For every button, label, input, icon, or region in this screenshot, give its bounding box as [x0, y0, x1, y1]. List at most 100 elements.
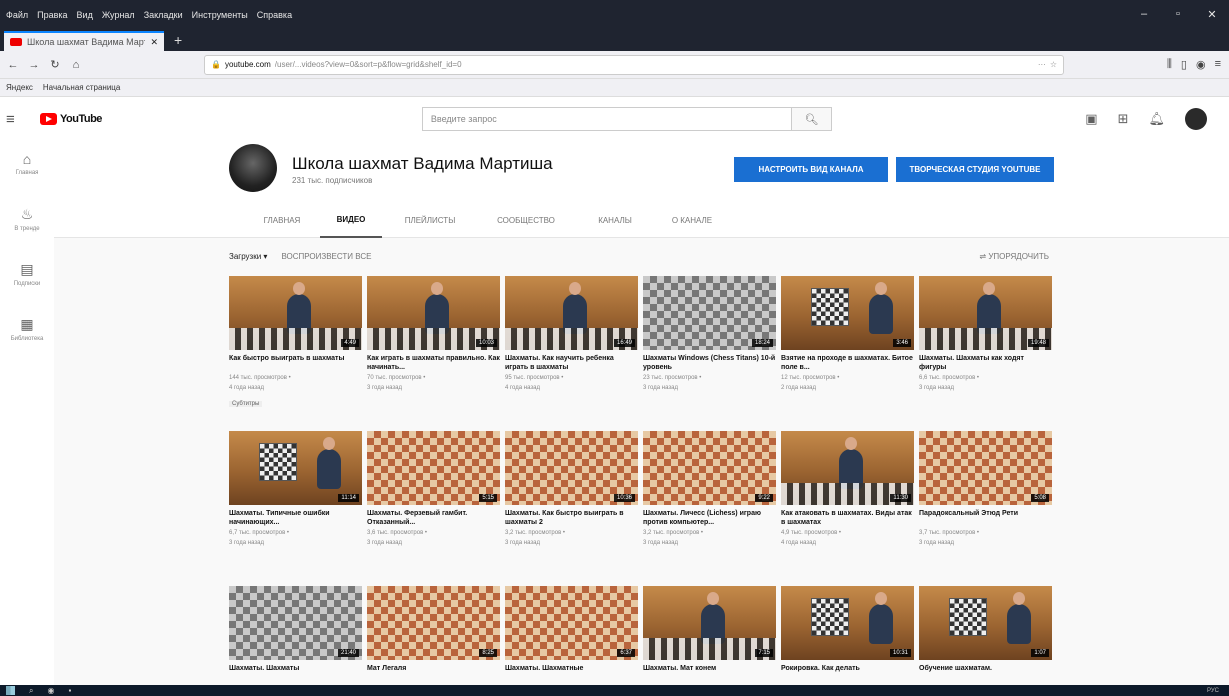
video-title[interactable]: Как быстро выиграть в шахматы — [229, 354, 362, 372]
video-title[interactable]: Как атаковать в шахматах. Виды атак в ша… — [781, 509, 914, 527]
guide-item-library[interactable]: ▦ Библиотека — [0, 306, 54, 361]
video-title[interactable]: Шахматы. Личесс (Lichess) играю против к… — [643, 509, 776, 527]
video-card[interactable]: 9:22 Шахматы. Личесс (Lichess) играю прот… — [643, 431, 776, 547]
video-thumbnail[interactable]: 10:31 — [781, 586, 914, 660]
bookmark-yandex[interactable]: Яндекс — [6, 83, 33, 92]
video-card[interactable]: 11:30 Как атаковать в шахматах. Виды атак… — [781, 431, 914, 547]
tab-channels[interactable]: КАНАЛЫ — [574, 203, 656, 238]
video-card[interactable]: 16:49 Шахматы. Как научить ребенка играть… — [505, 276, 638, 392]
video-card[interactable]: 8:25 Мат Легаля — [367, 586, 500, 684]
notifications-bell-icon[interactable]: 🔔︎ — [1148, 111, 1165, 127]
video-thumbnail[interactable]: 4:49 — [229, 276, 362, 350]
video-title[interactable]: Шахматы. Мат конем — [643, 664, 776, 682]
menu-item-edit[interactable]: Правка — [37, 10, 67, 20]
home-browser-icon[interactable]: ⌂ — [68, 59, 84, 71]
video-thumbnail[interactable]: 11:30 — [781, 431, 914, 505]
channel-avatar[interactable] — [229, 144, 277, 192]
library-browser-icon[interactable]: ⫼ — [1167, 58, 1172, 71]
video-card[interactable]: 7:15 Шахматы. Мат конем — [643, 586, 776, 684]
video-card[interactable]: 11:14 Шахматы. Типичные ошибки начинающих… — [229, 431, 362, 547]
guide-item-home[interactable]: ⌂ Главная — [0, 141, 54, 196]
video-card[interactable]: 3:46 Взятие на проходе в шахматах. Битое … — [781, 276, 914, 392]
close-icon[interactable]: ✕ — [1195, 8, 1229, 21]
search-button[interactable]: 🔍︎ — [791, 107, 832, 131]
video-title[interactable]: Шахматы. Шахматные — [505, 664, 638, 682]
video-card[interactable]: 5:08 Парадоксальный Этюд Рети 3,7 тыс. про… — [919, 431, 1052, 547]
video-card[interactable]: 21:40 Шахматы. Шахматы — [229, 586, 362, 684]
extension-icon[interactable]: ◉ — [1196, 58, 1206, 71]
guide-item-trending[interactable]: ♨ В тренде — [0, 196, 54, 251]
video-thumbnail[interactable]: 5:15 — [367, 431, 500, 505]
video-title[interactable]: Шахматы. Типичные ошибки начинающих... — [229, 509, 362, 527]
video-title[interactable]: Шахматы. Ферзевый гамбит. Отказанный... — [367, 509, 500, 527]
video-thumbnail[interactable]: 7:15 — [643, 586, 776, 660]
menu-item-view[interactable]: Вид — [77, 10, 93, 20]
account-avatar[interactable] — [1185, 108, 1207, 130]
tab-home[interactable]: ГЛАВНАЯ — [244, 203, 320, 238]
bookmark-start-page[interactable]: Начальная страница — [43, 83, 120, 92]
menu-item-tools[interactable]: Инструменты — [192, 10, 248, 20]
tab-playlists[interactable]: ПЛЕЙЛИСТЫ — [382, 203, 478, 238]
menu-item-help[interactable]: Справка — [257, 10, 292, 20]
studio-button[interactable]: ТВОРЧЕСКАЯ СТУДИЯ YOUTUBE — [896, 157, 1054, 182]
menu-item-bookmarks[interactable]: Закладки — [144, 10, 183, 20]
sidebar-icon[interactable]: ▯ — [1181, 58, 1187, 71]
customize-channel-button[interactable]: НАСТРОИТЬ ВИД КАНАЛА — [734, 157, 888, 182]
create-video-icon[interactable]: ▣ — [1085, 111, 1097, 127]
maximize-icon[interactable]: ▫ — [1161, 8, 1195, 21]
video-thumbnail[interactable]: 19:48 — [919, 276, 1052, 350]
video-thumbnail[interactable]: 5:08 — [919, 431, 1052, 505]
video-title[interactable]: Парадоксальный Этюд Рети — [919, 509, 1052, 527]
forward-icon[interactable]: → — [26, 59, 42, 71]
tab-about[interactable]: О КАНАЛЕ — [656, 203, 728, 238]
video-card[interactable]: 1:07 Обучение шахматам. — [919, 586, 1052, 684]
windows-start-icon[interactable] — [6, 686, 15, 695]
video-thumbnail[interactable]: 3:46 — [781, 276, 914, 350]
hamburger-menu-icon[interactable]: ≡ — [6, 111, 20, 128]
back-icon[interactable]: ← — [5, 59, 21, 71]
tab-community[interactable]: СООБЩЕСТВО — [478, 203, 574, 238]
video-title[interactable]: Шахматы. Как быстро выиграть в шахматы 2 — [505, 509, 638, 527]
video-thumbnail[interactable]: 10:03 — [367, 276, 500, 350]
video-card[interactable]: 18:24 Шахматы Windows (Chess Titans) 10-й… — [643, 276, 776, 392]
video-card[interactable]: 4:49 Как быстро выиграть в шахматы 144 тыс… — [229, 276, 362, 410]
video-thumbnail[interactable]: 18:24 — [643, 276, 776, 350]
taskbar-app-icon[interactable]: ▪ — [68, 686, 71, 695]
video-title[interactable]: Рокировка. Как делать — [781, 664, 914, 682]
tab-videos[interactable]: ВИДЕО — [320, 203, 382, 238]
video-card[interactable]: 10:36 Шахматы. Как быстро выиграть в шахм… — [505, 431, 638, 547]
video-title[interactable]: Шахматы. Как научить ребенка играть в ша… — [505, 354, 638, 372]
menu-item-history[interactable]: Журнал — [102, 10, 135, 20]
menu-icon[interactable]: ≡ — [1215, 58, 1221, 71]
guide-item-subscriptions[interactable]: ▤ Подписки — [0, 251, 54, 306]
video-title[interactable]: Как играть в шахматы правильно. Как начи… — [367, 354, 500, 372]
video-title[interactable]: Мат Легаля — [367, 664, 500, 682]
video-thumbnail[interactable]: 6:37 — [505, 586, 638, 660]
sort-button[interactable]: ⇌ УПОРЯДОЧИТЬ — [979, 252, 1049, 261]
address-bar[interactable]: 🔒 youtube.com /user/...videos?view=0&sor… — [204, 54, 1064, 75]
minimize-icon[interactable]: – — [1127, 8, 1161, 21]
browser-tab-active[interactable]: Школа шахмат Вадима Март ✕ — [4, 31, 164, 51]
apps-grid-icon[interactable]: ⊞ — [1118, 111, 1129, 127]
reload-icon[interactable]: ↻ — [47, 58, 63, 71]
video-thumbnail[interactable]: 21:40 — [229, 586, 362, 660]
video-title[interactable]: Шахматы Windows (Chess Titans) 10-й уров… — [643, 354, 776, 372]
video-thumbnail[interactable]: 16:49 — [505, 276, 638, 350]
video-card[interactable]: 5:15 Шахматы. Ферзевый гамбит. Отказанный… — [367, 431, 500, 547]
menu-item-file[interactable]: Файл — [6, 10, 28, 20]
video-card[interactable]: 6:37 Шахматы. Шахматные — [505, 586, 638, 684]
tab-close-icon[interactable]: ✕ — [150, 37, 158, 48]
video-card[interactable]: 19:48 Шахматы. Шахматы как ходят фигуры 6,… — [919, 276, 1052, 392]
page-actions-icon[interactable]: ··· — [1038, 60, 1046, 69]
video-thumbnail[interactable]: 11:14 — [229, 431, 362, 505]
video-title[interactable]: Взятие на проходе в шахматах. Битое поле… — [781, 354, 914, 372]
taskbar-firefox-icon[interactable]: ◉ — [47, 686, 54, 695]
video-card[interactable]: 10:31 Рокировка. Как делать — [781, 586, 914, 684]
video-thumbnail[interactable]: 1:07 — [919, 586, 1052, 660]
new-tab-icon[interactable]: + — [164, 32, 192, 51]
video-card[interactable]: 10:03 Как играть в шахматы правильно. Как… — [367, 276, 500, 392]
bookmark-star-icon[interactable]: ☆ — [1050, 60, 1057, 69]
taskbar-search-icon[interactable]: ⌕ — [29, 686, 33, 696]
video-thumbnail[interactable]: 10:36 — [505, 431, 638, 505]
youtube-logo[interactable]: YouTube — [40, 113, 102, 125]
